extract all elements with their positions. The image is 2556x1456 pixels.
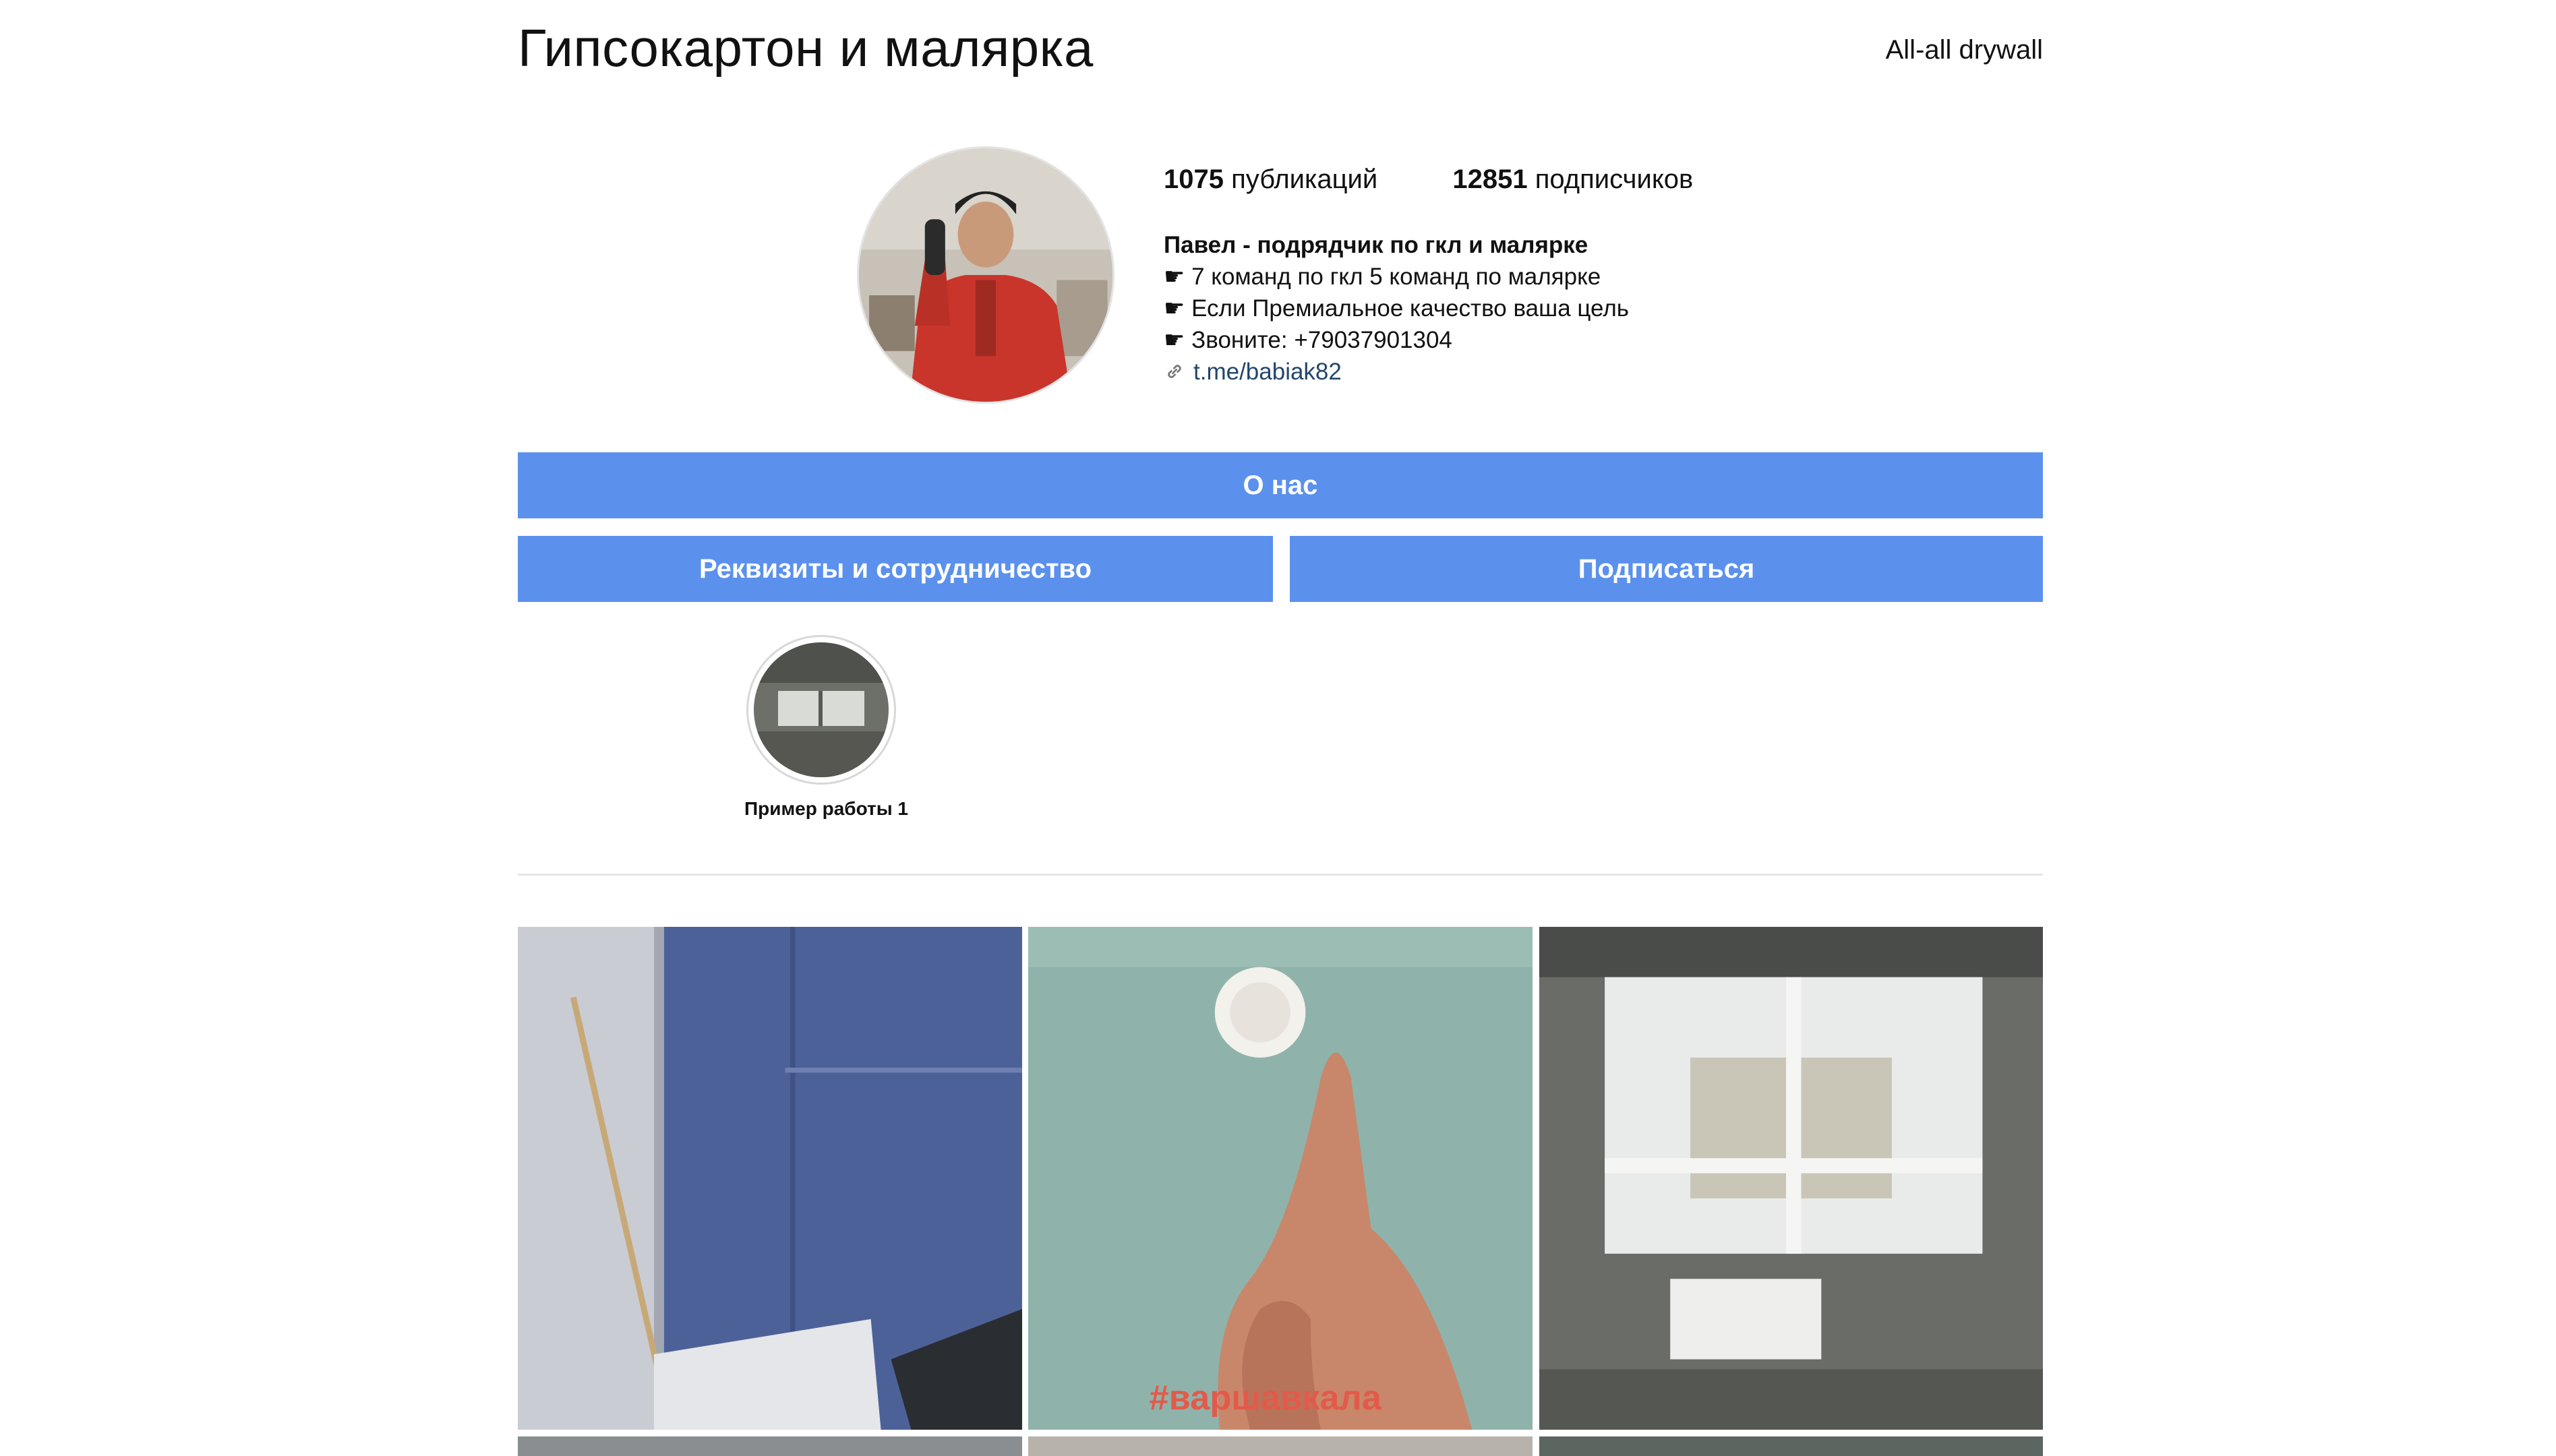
bio-line: ☛ 7 команд по гкл 5 команд по малярке — [1164, 264, 1601, 290]
followers-stat[interactable]: 12851 подписчиков — [1452, 164, 1693, 195]
bio-line: ☛ Если Премиальное качество ваша цель — [1164, 295, 1630, 322]
story-highlight[interactable]: Пример работы 1 — [744, 635, 908, 820]
username-link[interactable]: All-all drywall — [1886, 35, 2043, 65]
posts-count: 1075 — [1164, 164, 1224, 194]
followers-label: подписчиков — [1535, 164, 1694, 194]
page-title: Гипсокартон и малярка — [518, 18, 1094, 78]
header: Гипсокартон и малярка All-all drywall — [518, 13, 2043, 88]
post-overlay-text: #варшавкала — [1150, 1378, 1382, 1418]
link-icon — [1168, 365, 1181, 378]
requisites-button[interactable]: Реквизиты и сотрудничество — [518, 536, 1273, 602]
posts-stat: 1075 публикаций — [1164, 164, 1377, 195]
about-button[interactable]: О нас — [518, 452, 2043, 518]
bio-link[interactable]: t.me/babiak82 — [1164, 356, 1629, 388]
bio-link-text: t.me/babiak82 — [1193, 359, 1342, 385]
divider — [518, 874, 2043, 876]
profile-stats: 1075 публикаций 12851 подписчиков — [1164, 164, 1760, 195]
post-thumbnail[interactable] — [518, 927, 1022, 1430]
post-thumbnail[interactable]: #варшавкала — [1028, 927, 1533, 1430]
bio-name: Павел - подрядчик по гкл и малярке — [1164, 232, 1588, 258]
highlight-ring — [746, 635, 896, 785]
post-thumbnail[interactable] — [1539, 1436, 2043, 1456]
avatar[interactable] — [859, 148, 1112, 402]
highlight-label: Пример работы 1 — [744, 798, 908, 819]
bio: Павел - подрядчик по гкл и малярке ☛ 7 к… — [1164, 229, 1629, 388]
avatar-photo — [859, 148, 1112, 402]
post-thumbnail[interactable] — [518, 1436, 1022, 1456]
post-thumbnail[interactable] — [1539, 927, 2043, 1430]
post-thumbnail[interactable] — [1028, 1436, 1533, 1456]
profile-page: Гипсокартон и малярка All-all drywall 10… — [0, 0, 2556, 1456]
posts-label: публикаций — [1231, 164, 1378, 194]
highlight-thumbnail — [754, 642, 889, 777]
followers-count: 12851 — [1452, 164, 1528, 194]
bio-line: ☛ Звоните: +79037901304 — [1164, 327, 1452, 353]
subscribe-button[interactable]: Подписаться — [1290, 536, 2043, 602]
